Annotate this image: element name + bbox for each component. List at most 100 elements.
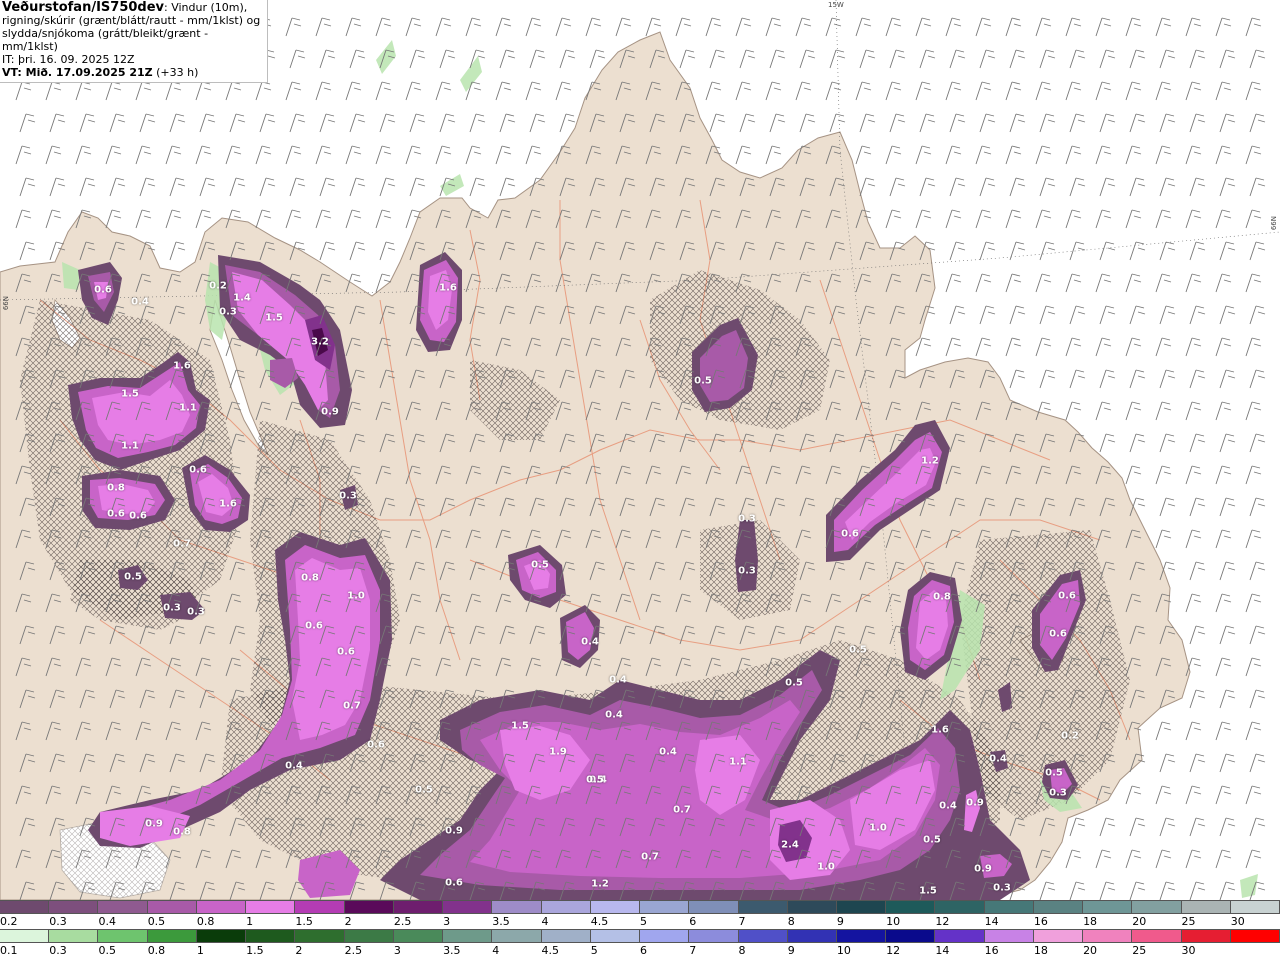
legend-rain-tick-label: 8 <box>738 944 746 957</box>
legend-rain-swatch <box>0 930 50 942</box>
precip-value-label: 2.4 <box>781 839 799 851</box>
legend-rain-swatch <box>147 930 197 942</box>
legend-rain-tick-label: 3.5 <box>443 944 461 957</box>
legend-snow-tick-label: 30 <box>1230 915 1245 928</box>
precip-value-label: 0.6 <box>107 508 125 520</box>
legend-rain-tick-label: 2.5 <box>344 944 363 957</box>
legend-rain-swatch <box>196 930 247 942</box>
precip-value-label: 0.4 <box>605 709 623 721</box>
legend-rain: 0.1 0.3 0.5 0.8 1 1.5 2 2.5 3 3.5 4 4.5 5 6 7 8 9 10 12 14 1… <box>0 929 1280 958</box>
legend-snow-swatch <box>1230 901 1280 913</box>
legend-rain-swatch <box>787 930 837 942</box>
model-name: Veðurstofan/IS750dev <box>2 0 165 15</box>
precip-value-label: 0.3 <box>163 602 181 614</box>
legend-snow-tick-label: 9 <box>836 915 844 928</box>
precip-value-label: 0.9 <box>445 825 463 837</box>
legend-snow-tick-label: 10 <box>886 915 901 928</box>
legend-snow-swatch <box>541 901 591 913</box>
legend-snow-tick-label: 20 <box>1132 915 1147 928</box>
precip-value-label: 0.6 <box>1049 628 1067 640</box>
description-line-1: : Vindur (10m), <box>164 1 248 14</box>
legend-snow-swatch <box>196 901 247 913</box>
precip-value-label: 0.7 <box>673 804 691 816</box>
precip-value-label: 0.6 <box>367 739 385 751</box>
legend-rain-swatch <box>1132 930 1182 942</box>
precip-value-label: 0.3 <box>993 882 1011 894</box>
legend-rain-swatch <box>738 930 788 942</box>
precip-value-label: 0.9 <box>966 797 984 809</box>
legend-rain-swatch <box>1083 930 1133 942</box>
legend-snow-swatch <box>1181 901 1231 913</box>
map-info-box: Veðurstofan/IS750dev: Vindur (10m), rign… <box>0 0 268 83</box>
legend-rain-tick-label: 5 <box>590 944 598 957</box>
precip-value-label: 0.4 <box>131 296 149 308</box>
precip-value-label: 1.2 <box>591 878 609 890</box>
valid-time: VT: Mið. 17.09.2025 21Z <box>2 66 153 79</box>
precip-value-label: 0.6 <box>189 464 207 476</box>
precip-value-label: 0.3 <box>339 490 357 502</box>
legend-snow-tick-label: 0.2 <box>0 915 18 928</box>
precip-value-label: 0.6 <box>1058 590 1076 602</box>
init-time: IT: þri. 16. 09. 2025 12Z <box>2 53 135 66</box>
longitude-label: 15W <box>828 1 844 9</box>
legend-snow-tick-label: 1 <box>246 915 254 928</box>
legend-rain-swatch <box>443 930 493 942</box>
legend-rain-swatch <box>1230 930 1280 942</box>
legend-rain-swatch <box>98 930 148 942</box>
latitude-label-left: 66N <box>2 296 10 311</box>
precip-value-label: 0.8 <box>173 826 191 838</box>
precip-value-label: 0.2 <box>1061 730 1079 742</box>
precip-value-label: 0.5 <box>1045 767 1063 779</box>
precip-value-label: 0.6 <box>337 646 355 658</box>
legend-rain-tick-label: 20 <box>1083 944 1098 957</box>
precip-value-label: 0.6 <box>305 620 323 632</box>
legend-rain-swatch <box>1181 930 1231 942</box>
precip-value-label: 0.4 <box>285 760 303 772</box>
legend-snow-tick-label: 4.5 <box>590 915 609 928</box>
precip-value-label: 1.5 <box>121 388 139 400</box>
precip-value-label: 0.3 <box>1049 787 1067 799</box>
legend-snow-tick-label: 5 <box>640 915 647 928</box>
precip-value-label: 0.3 <box>738 565 756 577</box>
precip-value-label: 0.4 <box>609 674 627 686</box>
legend-rain-swatch <box>49 930 99 942</box>
legend-rain-tick-label: 0.5 <box>98 944 116 957</box>
precip-value-label: 0.7 <box>173 538 191 550</box>
legend-rain-tick-label: 9 <box>787 944 795 957</box>
legend-rain-tick-label: 14 <box>935 944 950 957</box>
legend-rain-tick-label: 2 <box>295 944 303 957</box>
legend-rain-colorbar <box>0 929 1280 943</box>
legend-snow-tick-label: 0.4 <box>98 915 116 928</box>
precip-value-label: 0.4 <box>939 800 957 812</box>
legend-rain-swatch <box>836 930 887 942</box>
legend-rain-swatch <box>984 930 1034 942</box>
legend-snow-swatch <box>738 901 788 913</box>
legend-rain-tick-label: 1 <box>196 944 204 957</box>
precip-value-label: 0.5 <box>124 571 142 583</box>
precip-value-label: 1.1 <box>121 440 139 452</box>
legend-rain-swatch <box>640 930 690 942</box>
precip-value-label: 3.2 <box>311 336 329 348</box>
legend-rain-tick-label: 7 <box>689 944 697 957</box>
legend-rain-tick-label: 25 <box>1132 944 1147 957</box>
legend-snow-swatch <box>640 901 690 913</box>
precip-value-label: 0.2 <box>209 280 227 292</box>
weather-map[interactable]: Veðurstofan/IS750dev: Vindur (10m), rign… <box>0 0 1280 900</box>
legend-rain-tick-label: 0.1 <box>0 944 18 957</box>
legend-snow-tick-label: 14 <box>984 915 999 928</box>
precip-value-label: 1.6 <box>931 724 949 736</box>
legend-rain-ticks: 0.1 0.3 0.5 0.8 1 1.5 2 2.5 3 3.5 4 4.5 5 6 7 8 9 10 12 14 1… <box>0 944 1280 958</box>
legend-rain-tick-label: 18 <box>1033 944 1048 957</box>
latitude-label-right: 66N <box>1270 216 1278 231</box>
legend-snow-swatch <box>98 901 148 913</box>
precip-value-label: 1.1 <box>729 756 747 768</box>
legend-snow-swatch <box>295 901 345 913</box>
description-line-3: slydda/snjókoma (grátt/bleikt/grænt - mm… <box>2 27 209 53</box>
precip-value-label: 1.6 <box>219 498 237 510</box>
legend-snow-ticks: 0.2 0.3 0.4 0.5 0.8 1 1.5 2 2.5 3 3.5 4 4.5 5 6 7 8 9 10 12… <box>0 915 1280 929</box>
legend-rain-tick-label: 30 <box>1181 944 1196 957</box>
precip-value-label: 0.5 <box>531 559 549 571</box>
legend-snow-tick-label: 0.3 <box>49 915 67 928</box>
legend-snow-swatch <box>492 901 542 913</box>
precip-value-label: 1.1 <box>179 402 197 414</box>
